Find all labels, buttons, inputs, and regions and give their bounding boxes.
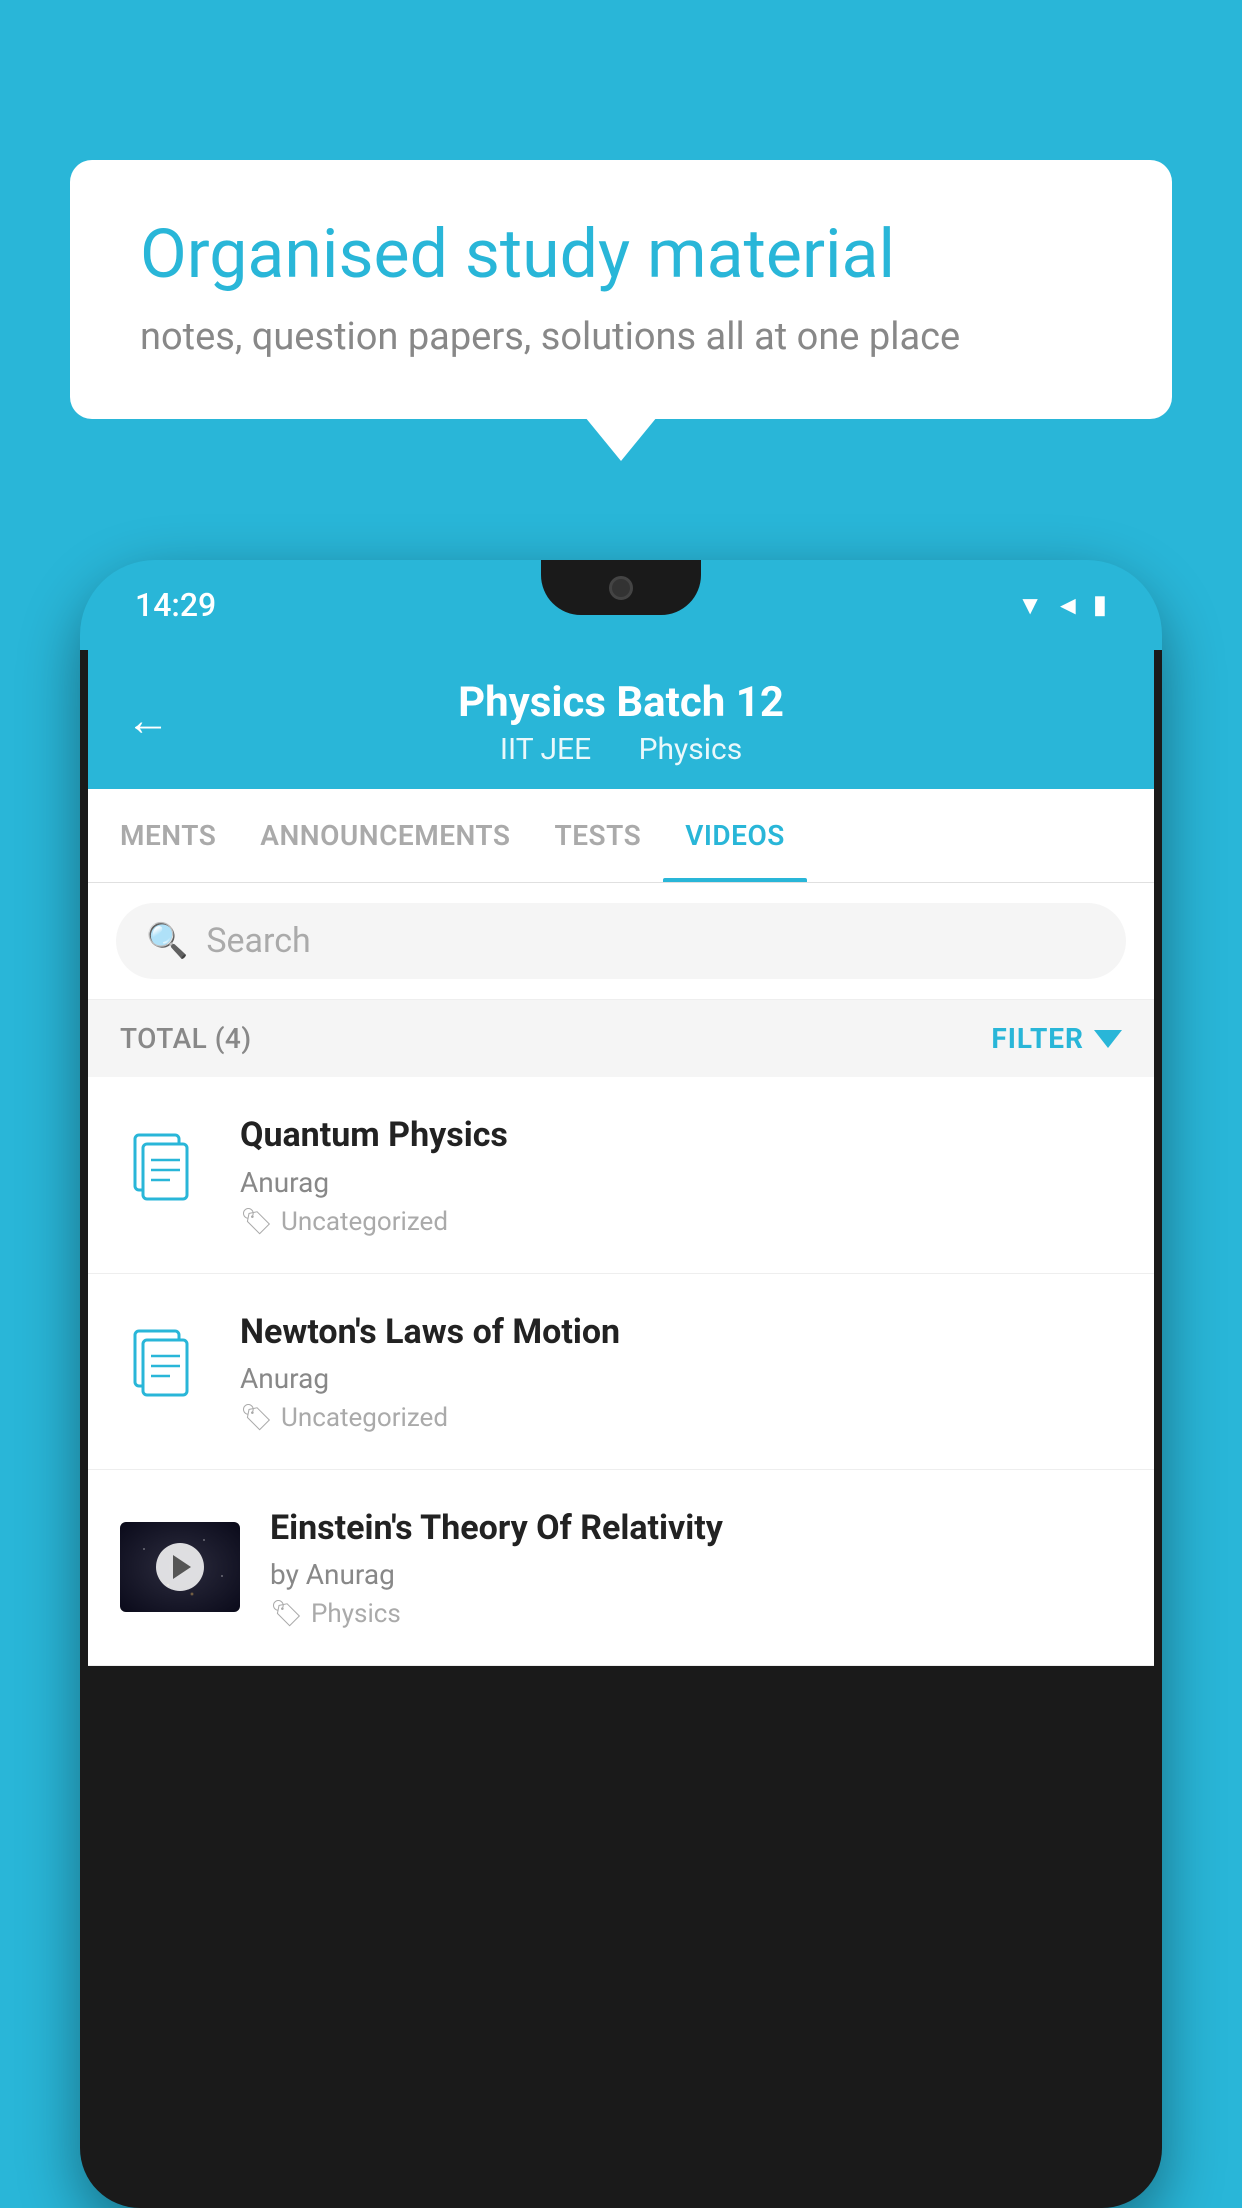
signal-icon: ◄ bbox=[1055, 590, 1081, 621]
header-subtitle-part1: IIT JEE bbox=[500, 732, 591, 767]
tag-label: Physics bbox=[311, 1599, 401, 1629]
list-item[interactable]: Quantum Physics Anurag 🏷 Uncategorized bbox=[88, 1077, 1154, 1273]
status-icons: ▼ ◄ ▮ bbox=[1017, 590, 1107, 621]
video-list: Quantum Physics Anurag 🏷 Uncategorized bbox=[88, 1077, 1154, 1666]
tab-videos[interactable]: VIDEOS bbox=[663, 789, 807, 882]
battery-icon: ▮ bbox=[1093, 590, 1107, 620]
thumbnail-background bbox=[120, 1522, 240, 1612]
phone-frame: 14:29 ▼ ◄ ▮ ← Physics Batch 12 IIT JEE P… bbox=[80, 560, 1162, 2208]
header-subtitle-part2: Physics bbox=[639, 732, 743, 767]
tag-icon: 🏷 bbox=[240, 1207, 273, 1237]
video-title: Einstein's Theory Of Relativity bbox=[270, 1506, 1122, 1550]
video-author: Anurag bbox=[240, 1166, 1122, 1199]
video-info: Einstein's Theory Of Relativity by Anura… bbox=[270, 1506, 1122, 1629]
video-info: Newton's Laws of Motion Anurag 🏷 Uncateg… bbox=[240, 1310, 1122, 1433]
speech-bubble-section: Organised study material notes, question… bbox=[70, 160, 1172, 419]
list-item[interactable]: Einstein's Theory Of Relativity by Anura… bbox=[88, 1470, 1154, 1666]
file-icon bbox=[120, 1326, 210, 1416]
video-tag: 🏷 Physics bbox=[270, 1599, 1122, 1629]
clock: 14:29 bbox=[135, 586, 216, 624]
video-info: Quantum Physics Anurag 🏷 Uncategorized bbox=[240, 1113, 1122, 1236]
tab-tests[interactable]: TESTS bbox=[533, 789, 664, 882]
video-author: by Anurag bbox=[270, 1558, 1122, 1591]
tag-icon: 🏷 bbox=[270, 1599, 303, 1629]
tag-label: Uncategorized bbox=[281, 1403, 448, 1433]
tag-icon: 🏷 bbox=[240, 1403, 273, 1433]
search-placeholder: Search bbox=[206, 921, 310, 961]
total-count: TOTAL (4) bbox=[120, 1022, 252, 1055]
tab-announcements[interactable]: ANNOUNCEMENTS bbox=[238, 789, 532, 882]
search-icon: 🔍 bbox=[146, 921, 188, 961]
tabs-bar: MENTS ANNOUNCEMENTS TESTS VIDEOS bbox=[88, 789, 1154, 883]
speech-bubble: Organised study material notes, question… bbox=[70, 160, 1172, 419]
tab-ments[interactable]: MENTS bbox=[98, 789, 238, 882]
phone-screen: ← Physics Batch 12 IIT JEE Physics MENTS… bbox=[88, 650, 1154, 1666]
video-title: Quantum Physics bbox=[240, 1113, 1122, 1157]
header-subtitle: IIT JEE Physics bbox=[128, 732, 1114, 767]
tag-label: Uncategorized bbox=[281, 1207, 448, 1237]
filter-bar: TOTAL (4) FILTER bbox=[88, 1000, 1154, 1077]
play-icon bbox=[173, 1555, 191, 1579]
video-thumbnail bbox=[120, 1522, 240, 1612]
wifi-icon: ▼ bbox=[1017, 590, 1043, 621]
status-bar: 14:29 ▼ ◄ ▮ bbox=[80, 560, 1162, 650]
search-container: 🔍 Search bbox=[88, 883, 1154, 1000]
video-tag: 🏷 Uncategorized bbox=[240, 1207, 1122, 1237]
bubble-subtitle: notes, question papers, solutions all at… bbox=[140, 315, 1102, 359]
filter-button[interactable]: FILTER bbox=[991, 1022, 1122, 1055]
bubble-title: Organised study material bbox=[140, 215, 1102, 293]
back-button[interactable]: ← bbox=[126, 694, 170, 746]
video-author: Anurag bbox=[240, 1362, 1122, 1395]
video-tag: 🏷 Uncategorized bbox=[240, 1403, 1122, 1433]
file-icon bbox=[120, 1130, 210, 1220]
video-title: Newton's Laws of Motion bbox=[240, 1310, 1122, 1354]
camera bbox=[609, 576, 633, 600]
notch bbox=[541, 560, 701, 615]
list-item[interactable]: Newton's Laws of Motion Anurag 🏷 Uncateg… bbox=[88, 1274, 1154, 1470]
filter-label: FILTER bbox=[991, 1022, 1084, 1055]
app-header: ← Physics Batch 12 IIT JEE Physics bbox=[88, 650, 1154, 789]
search-box[interactable]: 🔍 Search bbox=[116, 903, 1126, 979]
header-title: Physics Batch 12 bbox=[128, 678, 1114, 728]
filter-icon bbox=[1094, 1030, 1122, 1048]
